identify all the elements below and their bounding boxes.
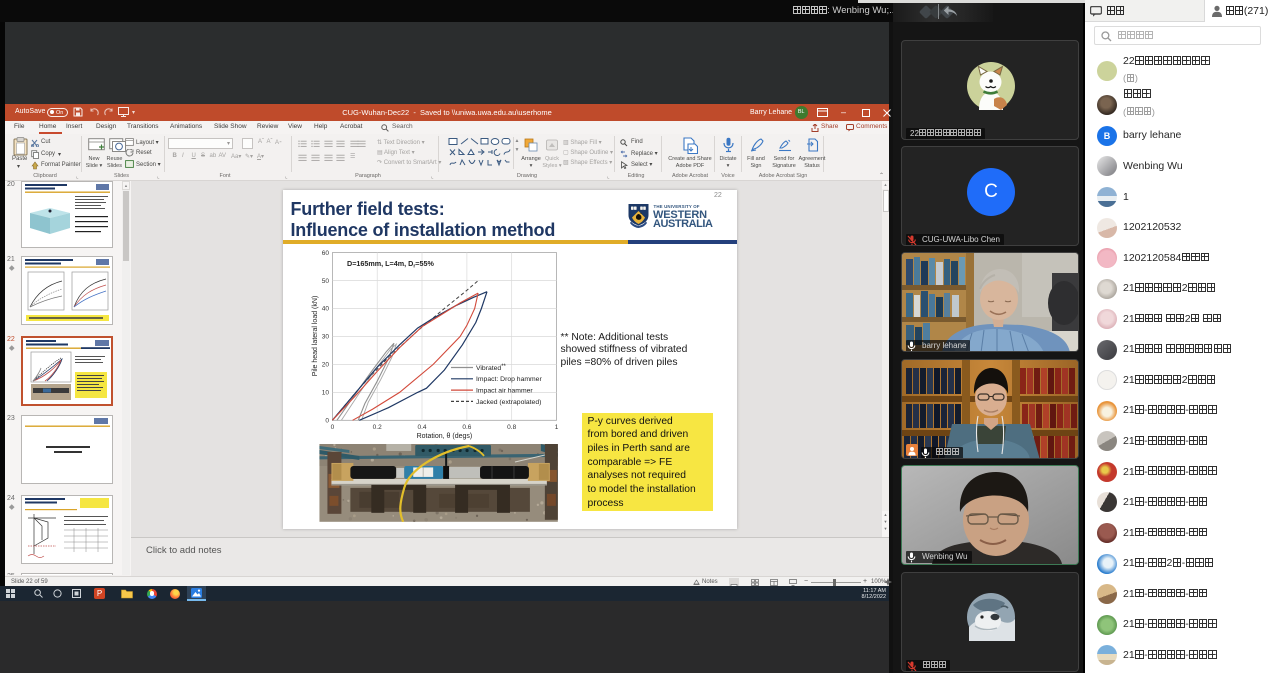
svg-text:0: 0 (325, 418, 329, 425)
svg-text:0.2: 0.2 (373, 424, 382, 431)
svg-text:40: 40 (322, 306, 330, 313)
svg-text:20: 20 (322, 362, 330, 369)
svg-text:0.6: 0.6 (462, 424, 471, 431)
svg-text:0: 0 (331, 424, 335, 431)
svg-text:D=165mm, L=4m, Dr=55%: D=165mm, L=4m, Dr=55% (347, 259, 434, 270)
svg-text:10: 10 (322, 390, 330, 397)
svg-text:Rotation, θ (degs): Rotation, θ (degs) (417, 433, 473, 440)
svg-text:60: 60 (322, 250, 330, 257)
svg-text:Jacked (extrapolated): Jacked (extrapolated) (476, 399, 541, 406)
svg-text:0.4: 0.4 (417, 424, 426, 431)
svg-text:Pile head lateral load (kN): Pile head lateral load (kN) (312, 296, 319, 377)
svg-text:1: 1 (555, 424, 559, 431)
svg-text:30: 30 (322, 334, 330, 341)
svg-text:50: 50 (322, 278, 330, 285)
svg-text:0.8: 0.8 (507, 424, 516, 431)
svg-text:Impact: Drop hammer: Impact: Drop hammer (476, 376, 542, 383)
svg-text:Impact air hammer: Impact air hammer (476, 388, 533, 395)
